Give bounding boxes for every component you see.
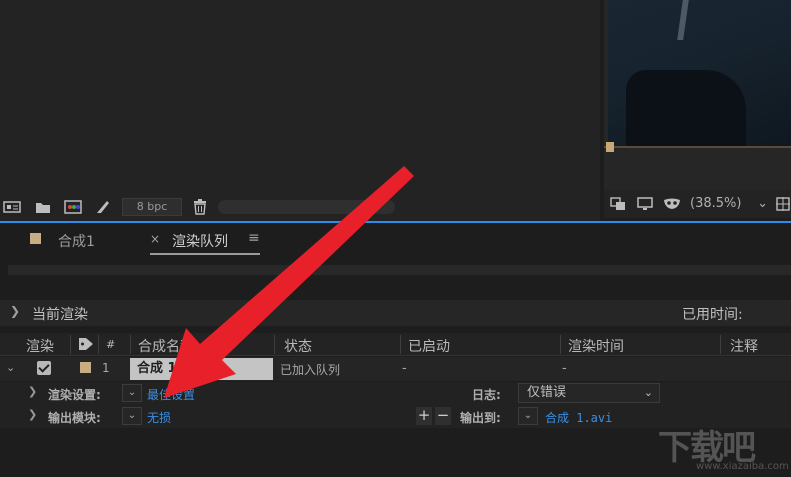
column-comment[interactable]: 注释	[730, 336, 758, 356]
column-started[interactable]: 已启动	[408, 336, 450, 356]
tab-composition-1[interactable]: 合成1	[58, 231, 95, 251]
zoom-value: (38.5%)	[690, 196, 742, 211]
trash-icon[interactable]	[190, 198, 210, 216]
chevron-down-icon: ⌄	[757, 196, 768, 211]
output-module-label: 输出模块:	[48, 411, 101, 425]
project-toolbar: 8 bpc	[0, 195, 600, 219]
chevron-right-icon[interactable]: ❯	[10, 304, 20, 318]
current-render-label: 当前渲染	[32, 307, 88, 323]
magnification-dropdown[interactable]: (38.5%) ⌄	[690, 194, 770, 214]
output-module-dropdown[interactable]: ⌄	[122, 407, 142, 425]
watermark-logo: 下载吧 www.xiazaiba.com	[656, 420, 789, 475]
always-preview-icon[interactable]	[609, 195, 627, 213]
render-queue-header: 渲染 # 合成名称 状态 已启动 渲染时间 注释	[0, 333, 791, 356]
render-checkbox[interactable]	[37, 361, 51, 375]
column-render-time[interactable]: 渲染时间	[568, 336, 624, 356]
render-progress-bar	[8, 265, 791, 275]
monitor-icon[interactable]	[636, 195, 654, 213]
comp-label-swatch	[30, 233, 41, 244]
folder-icon[interactable]	[33, 198, 53, 216]
output-to-label: 输出到:	[460, 411, 501, 425]
watermark-url: www.xiazaiba.com	[696, 461, 789, 472]
panel-tabs: 合成1 × 渲染队列 ≡	[0, 223, 791, 257]
item-comp-name[interactable]: 合成 1	[130, 358, 273, 380]
current-render-section: ❯ 当前渲染 已用时间:	[0, 300, 791, 326]
elapsed-time-label: 已用时间:	[682, 307, 743, 323]
viewer-timeline-bar[interactable]	[604, 146, 791, 148]
render-queue-item[interactable]: ⌄ 1 合成 1 已加入队列 - -	[0, 357, 791, 381]
close-icon[interactable]: ×	[150, 232, 160, 246]
render-settings-label: 渲染设置:	[48, 388, 101, 402]
render-settings-dropdown[interactable]: ⌄	[122, 384, 142, 402]
viewer-preview-image	[608, 0, 791, 146]
active-tab-underline	[150, 253, 260, 255]
viewer-keyframe-marker[interactable]	[606, 142, 614, 152]
project-panel: 8 bpc	[0, 0, 600, 222]
resolution-grid-icon[interactable]	[774, 195, 791, 213]
output-module-value[interactable]: 无损	[147, 409, 171, 426]
composition-viewer	[604, 0, 791, 190]
expand-chevron-icon[interactable]: ⌄	[6, 361, 15, 374]
render-settings-row: ❯ 渲染设置: ⌄ 最佳设置 日志: 仅错误 ⌄	[0, 382, 791, 405]
item-started: -	[402, 361, 407, 376]
item-status: 已加入队列	[280, 363, 341, 377]
interpret-footage-icon[interactable]	[2, 198, 22, 216]
column-comp-name[interactable]: 合成名称	[138, 336, 194, 356]
remove-output-module-button[interactable]: −	[435, 407, 451, 425]
column-render[interactable]: 渲染	[26, 336, 54, 356]
log-value: 仅错误	[527, 385, 567, 400]
project-scrollbar[interactable]	[218, 200, 395, 214]
flowchart-icon[interactable]	[93, 198, 113, 216]
tab-render-queue[interactable]: 渲染队列	[172, 231, 228, 251]
render-settings-value[interactable]: 最佳设置	[147, 386, 195, 403]
log-select[interactable]: 仅错误 ⌄	[518, 383, 660, 403]
item-render-time: -	[562, 361, 567, 376]
bit-depth-button[interactable]: 8 bpc	[122, 198, 182, 216]
new-composition-icon[interactable]	[63, 198, 83, 216]
column-number[interactable]: #	[106, 338, 115, 351]
add-output-module-button[interactable]: +	[416, 407, 432, 425]
chevron-right-icon[interactable]: ❯	[28, 385, 37, 398]
chevron-right-icon[interactable]: ❯	[28, 408, 37, 421]
output-to-dropdown[interactable]: ⌄	[518, 407, 538, 425]
chevron-down-icon: ⌄	[643, 386, 653, 399]
mask-visibility-icon[interactable]	[663, 195, 681, 213]
output-file-link[interactable]: 合成 1.avi	[545, 409, 612, 426]
panel-menu-icon[interactable]: ≡	[248, 230, 260, 246]
column-status[interactable]: 状态	[284, 336, 312, 356]
item-label-swatch[interactable]	[80, 362, 91, 373]
log-label: 日志:	[472, 388, 501, 402]
viewer-toolbar: (38.5%) ⌄	[604, 190, 791, 218]
label-tag-icon[interactable]	[78, 337, 94, 355]
item-index: 1	[102, 361, 110, 375]
